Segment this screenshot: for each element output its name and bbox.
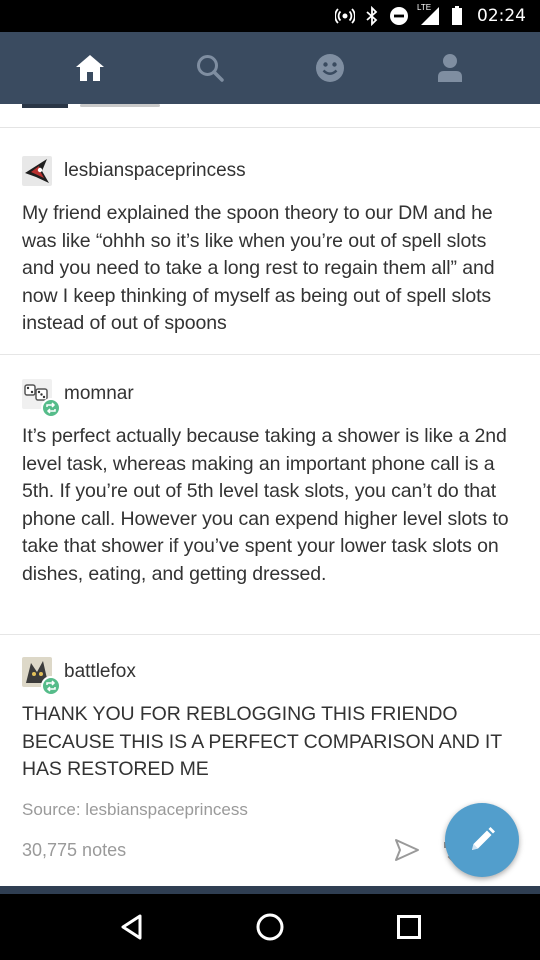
avatar[interactable] (22, 156, 52, 186)
username[interactable]: battlefox (64, 661, 136, 683)
home-button[interactable] (242, 899, 298, 955)
back-icon (121, 914, 142, 940)
previous-post-avatar (22, 104, 68, 108)
post-block: momnar It’s perfect actually because tak… (0, 355, 540, 635)
post-footer: 30,775 notes (22, 835, 518, 865)
reblog-badge-icon (41, 398, 61, 418)
nav-home[interactable] (60, 38, 120, 98)
nav-search[interactable] (180, 38, 240, 98)
avatar[interactable] (22, 379, 61, 418)
post-text: My friend explained the spoon theory to … (22, 202, 495, 334)
avatar[interactable] (22, 657, 61, 696)
top-nav-bar (0, 32, 540, 104)
bottom-strip (0, 886, 540, 894)
network-label: LTE (417, 3, 432, 12)
nav-activity[interactable] (300, 38, 360, 98)
post-block: lesbianspaceprincess My friend explained… (0, 128, 540, 355)
username[interactable]: lesbianspaceprincess (64, 160, 246, 182)
pencil-icon (472, 827, 495, 850)
recents-icon (396, 915, 421, 939)
signal-icon: LTE (417, 3, 441, 26)
compose-button[interactable] (445, 803, 519, 877)
recents-button[interactable] (381, 899, 437, 955)
battery-icon (451, 6, 463, 26)
share-icon[interactable] (392, 835, 422, 865)
hotspot-icon (335, 6, 355, 26)
home-circle-icon (256, 913, 284, 941)
home-icon (76, 55, 104, 81)
post-header: momnar (22, 377, 518, 418)
back-button[interactable] (103, 899, 159, 955)
source-link[interactable]: Source: lesbianspaceprincess (22, 800, 518, 820)
notes-count[interactable]: 30,775 notes (22, 840, 126, 861)
username[interactable]: momnar (64, 383, 134, 405)
reblog-badge-icon (41, 676, 61, 696)
system-nav-bar (0, 894, 540, 960)
search-icon (197, 55, 224, 82)
post-header: lesbianspaceprincess (22, 154, 518, 188)
avatar-image (22, 156, 52, 186)
clock: 02:24 (477, 6, 526, 26)
post-text: It’s perfect actually because taking a s… (22, 425, 509, 585)
previous-post-text (80, 104, 160, 107)
bluetooth-icon (365, 6, 379, 26)
status-bar: LTE 02:24 (0, 0, 540, 32)
do-not-disturb-icon (389, 6, 409, 26)
dashboard-feed[interactable]: lesbianspaceprincess My friend explained… (0, 104, 540, 886)
post-header: battlefox (22, 655, 518, 696)
smiley-icon (316, 54, 344, 82)
previous-post-stub (0, 104, 540, 128)
nav-account[interactable] (420, 38, 480, 98)
person-icon (438, 54, 462, 82)
post-text: THANK YOU FOR REBLOGGING THIS FRIENDO BE… (22, 703, 502, 780)
